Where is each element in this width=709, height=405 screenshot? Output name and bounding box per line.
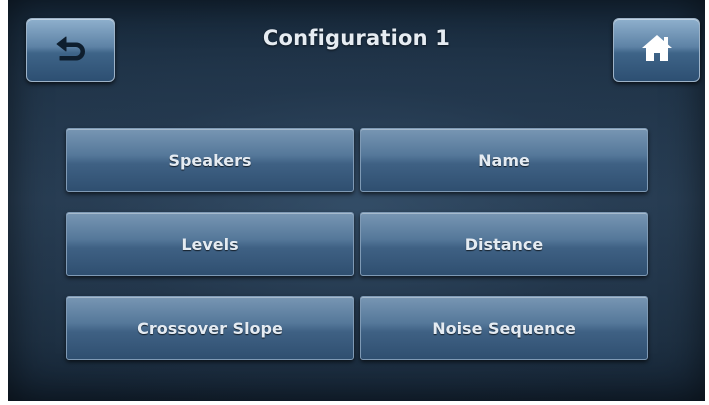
crossover-slope-button[interactable]: Crossover Slope bbox=[66, 296, 354, 360]
levels-button[interactable]: Levels bbox=[66, 212, 354, 276]
speakers-button[interactable]: Speakers bbox=[66, 128, 354, 192]
name-button[interactable]: Name bbox=[360, 128, 648, 192]
config-options-grid: Speakers Name Levels Distance Crossover … bbox=[66, 128, 650, 360]
home-button[interactable] bbox=[613, 18, 700, 82]
noise-sequence-button[interactable]: Noise Sequence bbox=[360, 296, 648, 360]
page-title: Configuration 1 bbox=[262, 26, 451, 50]
config-screen: Configuration 1 Speakers Name Levels Dis… bbox=[8, 0, 705, 401]
distance-button[interactable]: Distance bbox=[360, 212, 648, 276]
home-icon bbox=[640, 33, 674, 67]
